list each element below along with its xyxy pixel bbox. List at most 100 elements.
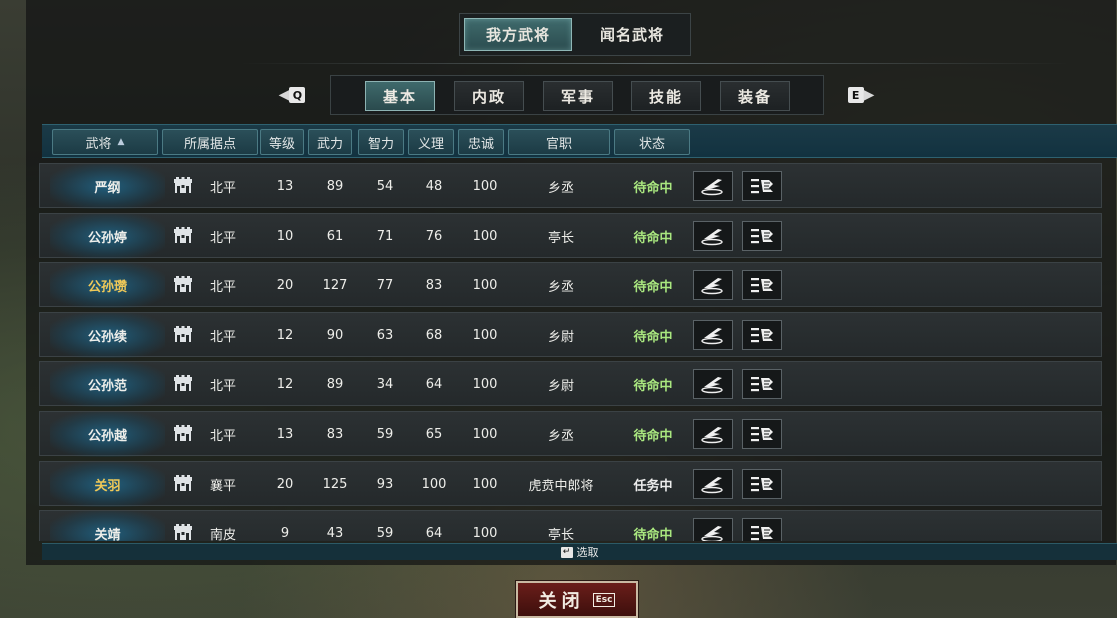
- command-icon: [701, 377, 723, 394]
- general-name: 公孙越: [87, 429, 127, 444]
- select-hint: 选取: [576, 546, 599, 559]
- tab-basic[interactable]: 基本: [365, 81, 435, 111]
- title-value: 亭长: [547, 230, 574, 246]
- strength-value: 90: [326, 327, 344, 343]
- command-button[interactable]: [693, 171, 733, 201]
- title-value: 虎贲中郎将: [528, 478, 594, 494]
- general-name: 公孙范: [87, 379, 127, 395]
- honor-value: 65: [425, 427, 443, 442]
- chevron-right-icon: ▶: [863, 87, 875, 103]
- general-name: 严纲: [94, 181, 121, 196]
- tab-military[interactable]: 军事: [543, 81, 613, 111]
- detail-button[interactable]: [742, 369, 782, 400]
- base-name: 北平: [209, 181, 236, 196]
- detail-button[interactable]: [742, 319, 782, 350]
- close-button[interactable]: 关闭 Esc: [515, 580, 639, 618]
- strength-value: 127: [322, 278, 348, 294]
- table-row[interactable]: 公孙范 北平 12 89 34 64 100 乡尉 待命中: [39, 361, 1102, 408]
- base-name: 北平: [209, 379, 236, 395]
- esc-key-label: Esc: [592, 592, 616, 607]
- status-value: 待命中: [633, 528, 673, 541]
- general-name: 关靖: [94, 528, 121, 541]
- generals-list[interactable]: 严纲 北平 13 89 54 48 100 乡丞 待命中 公孙婷 北平 10 6…: [39, 163, 1102, 541]
- detail-button[interactable]: [742, 419, 782, 449]
- prev-tab-button[interactable]: ◀ Q: [277, 84, 307, 106]
- command-button[interactable]: [693, 369, 733, 400]
- table-row[interactable]: 公孙婷 北平 10 61 71 76 100 亭长 待命中: [39, 212, 1102, 259]
- col-intellect[interactable]: 智力: [358, 129, 404, 155]
- status-value: 待命中: [633, 280, 673, 296]
- col-status[interactable]: 状态: [614, 129, 690, 155]
- detail-button[interactable]: [742, 468, 782, 499]
- loyalty-value: 100: [472, 377, 498, 393]
- command-button[interactable]: [693, 468, 733, 499]
- col-strength[interactable]: 武力: [308, 129, 352, 155]
- intellect-value: 34: [376, 377, 394, 393]
- intellect-value: 54: [376, 179, 394, 194]
- command-icon: [701, 179, 723, 196]
- top-tab-bar: 我方武将 闻名武将: [459, 13, 691, 56]
- table-row[interactable]: 关靖 南皮 9 43 59 64 100 亭长 待命中: [39, 510, 1102, 541]
- base-name: 北平: [209, 280, 236, 296]
- castle-icon: [174, 474, 192, 491]
- command-button[interactable]: [693, 270, 733, 301]
- col-level[interactable]: 等级: [260, 129, 304, 155]
- tab-famous-generals[interactable]: 闻名武将: [578, 18, 686, 51]
- base-name: 南皮: [209, 528, 236, 541]
- menu-icon: [751, 427, 773, 442]
- next-tab-button[interactable]: E ▶: [846, 84, 876, 106]
- honor-value: 100: [421, 476, 447, 492]
- col-base[interactable]: 所属据点: [162, 129, 258, 155]
- command-button[interactable]: [693, 419, 733, 449]
- level-value: 12: [276, 377, 294, 393]
- title-value: 乡丞: [547, 181, 574, 196]
- table-row[interactable]: 关羽 襄平 20 125 93 100 100 虎贲中郎将 任务中: [39, 460, 1102, 507]
- level-value: 9: [280, 526, 290, 541]
- general-name: 公孙续: [87, 329, 127, 345]
- title-value: 乡丞: [547, 429, 574, 444]
- strength-value: 43: [326, 526, 344, 541]
- sub-tab-bar: 基本 内政 军事 技能 装备: [330, 75, 824, 115]
- title-value: 乡丞: [547, 280, 574, 296]
- command-icon: [701, 228, 723, 245]
- menu-icon: [751, 278, 773, 293]
- col-general[interactable]: 武将 ▲: [52, 129, 158, 155]
- col-title[interactable]: 官职: [508, 129, 610, 155]
- command-button[interactable]: [693, 319, 733, 350]
- general-name: 公孙瓒: [87, 280, 127, 296]
- detail-button[interactable]: [742, 220, 782, 251]
- table-row[interactable]: 公孙续 北平 12 90 63 68 100 乡尉 待命中: [39, 311, 1102, 358]
- command-button[interactable]: [693, 220, 733, 251]
- level-value: 20: [276, 476, 294, 492]
- intellect-value: 59: [376, 526, 394, 541]
- loyalty-value: 100: [472, 526, 498, 541]
- general-name: 关羽: [94, 478, 121, 494]
- table-row[interactable]: 公孙越 北平 13 83 59 65 100 乡丞 待命中: [39, 411, 1102, 457]
- col-loyalty[interactable]: 忠诚: [458, 129, 504, 155]
- command-button[interactable]: [693, 518, 733, 541]
- honor-value: 68: [425, 327, 443, 343]
- status-value: 待命中: [633, 429, 673, 444]
- divider: [240, 63, 1070, 64]
- detail-button[interactable]: [742, 270, 782, 301]
- detail-button[interactable]: [742, 171, 782, 201]
- sort-asc-icon: ▲: [117, 137, 125, 147]
- detail-button[interactable]: [742, 518, 782, 541]
- loyalty-value: 100: [472, 278, 498, 294]
- intellect-value: 77: [376, 278, 394, 294]
- base-name: 北平: [209, 429, 236, 444]
- col-general-label: 武将: [85, 136, 112, 152]
- tab-domestic[interactable]: 内政: [454, 81, 524, 111]
- loyalty-value: 100: [472, 476, 498, 492]
- col-honor[interactable]: 义理: [408, 129, 454, 155]
- tab-skills[interactable]: 技能: [631, 81, 701, 111]
- table-row[interactable]: 严纲 北平 13 89 54 48 100 乡丞 待命中: [39, 163, 1102, 209]
- command-icon: [701, 278, 723, 295]
- castle-icon: [174, 524, 192, 541]
- tab-our-generals[interactable]: 我方武将: [464, 18, 573, 51]
- castle-icon: [174, 425, 192, 441]
- tab-equipment[interactable]: 装备: [720, 81, 790, 111]
- table-row[interactable]: 公孙瓒 北平 20 127 77 83 100 乡丞 待命中: [39, 262, 1102, 309]
- base-name: 北平: [209, 329, 236, 345]
- loyalty-value: 100: [472, 327, 498, 343]
